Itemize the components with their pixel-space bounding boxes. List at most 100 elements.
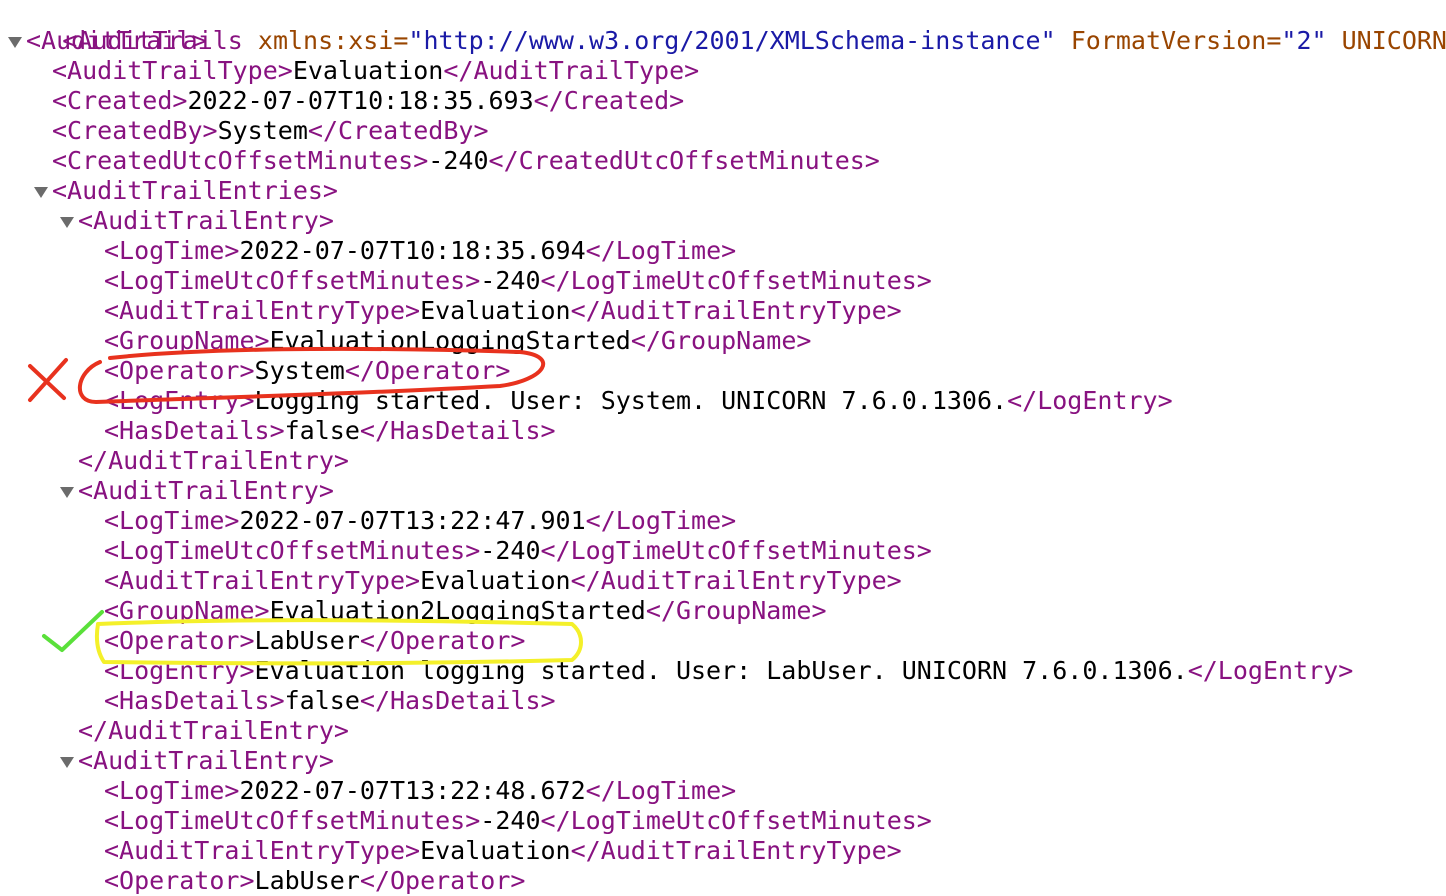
xml-line-log-time: <LogTime>2022-07-07T10:18:35.694</LogTim… bbox=[104, 236, 736, 266]
open-tag: <HasDetails> bbox=[104, 686, 285, 715]
text-value: Evaluation bbox=[420, 566, 571, 595]
xml-line-audit-trail: <AuditTrail> bbox=[26, 26, 207, 56]
xml-line-log-time-utc-offset-minutes: <LogTimeUtcOffsetMinutes>-240</LogTimeUt… bbox=[104, 806, 932, 836]
open-tag: <LogTime> bbox=[104, 776, 240, 805]
text-value: -240 bbox=[480, 536, 541, 565]
text-value: 2022-07-07T10:18:35.693 bbox=[187, 86, 534, 115]
close-tag: </LogTime> bbox=[585, 506, 737, 535]
open-tag: <LogTimeUtcOffsetMinutes> bbox=[104, 806, 481, 835]
close-tag: </CreatedBy> bbox=[307, 116, 489, 145]
close-tag: </GroupName> bbox=[645, 596, 827, 625]
xml-line-operator: <Operator>LabUser</Operator> bbox=[104, 866, 525, 896]
close-tag: </CreatedUtcOffsetMinutes> bbox=[488, 146, 880, 175]
close-tag: </Operator> bbox=[359, 626, 526, 655]
xml-line-has-details: <HasDetails>false</HasDetails> bbox=[104, 416, 556, 446]
xml-line-audit-trail-entry: </AuditTrailEntry> bbox=[78, 446, 349, 476]
open-tag: <HasDetails> bbox=[104, 416, 285, 445]
open-tag: <GroupName> bbox=[104, 596, 270, 625]
open-tag: <AuditTrailType> bbox=[52, 56, 293, 85]
root-trailing-text: UNICORN bbox=[1326, 26, 1446, 55]
close-tag: </LogEntry> bbox=[1187, 656, 1354, 685]
close-tag: </AuditTrailEntryType> bbox=[570, 296, 902, 325]
close-tag: </LogTimeUtcOffsetMinutes> bbox=[540, 266, 932, 295]
xml-line-audit-trail-type: <AuditTrailType>Evaluation</AuditTrailTy… bbox=[52, 56, 699, 86]
close-tag: </AuditTrailEntryType> bbox=[570, 566, 902, 595]
xml-line-created: <Created>2022-07-07T10:18:35.693</Create… bbox=[52, 86, 684, 116]
text-value: -240 bbox=[480, 806, 541, 835]
xml-line-audit-trail-entries: <AuditTrailEntries> bbox=[52, 176, 338, 206]
text-value: Evaluation logging started. User: LabUse… bbox=[254, 656, 1188, 685]
open-tag: <AuditTrailEntry> bbox=[78, 746, 334, 775]
close-tag: </LogTimeUtcOffsetMinutes> bbox=[540, 806, 932, 835]
text-value: EvaluationLoggingStarted bbox=[269, 326, 631, 355]
text-value: -240 bbox=[480, 266, 541, 295]
disclosure-triangle-icon[interactable] bbox=[60, 757, 74, 768]
open-tag: <AuditTrailEntries> bbox=[52, 176, 338, 205]
xml-line-created-by: <CreatedBy>System</CreatedBy> bbox=[52, 116, 489, 146]
open-tag: <AuditTrailEntry> bbox=[78, 476, 334, 505]
root-attr-xmlns-name: xmlns:xsi= bbox=[242, 26, 409, 55]
close-tag: </LogTimeUtcOffsetMinutes> bbox=[540, 536, 932, 565]
root-element-line: <AuditTrails xmlns:xsi="http://www.w3.or… bbox=[2, 0, 1446, 55]
open-tag: <AuditTrailEntryType> bbox=[104, 296, 421, 325]
close-tag: </AuditTrailEntry> bbox=[78, 716, 349, 745]
xml-line-log-time: <LogTime>2022-07-07T13:22:48.672</LogTim… bbox=[104, 776, 736, 806]
text-value: 2022-07-07T13:22:48.672 bbox=[239, 776, 586, 805]
xml-line-operator: <Operator>System</Operator> bbox=[104, 356, 510, 386]
xml-line-group-name: <GroupName>EvaluationLoggingStarted</Gro… bbox=[104, 326, 811, 356]
disclosure-triangle-icon[interactable] bbox=[60, 217, 74, 228]
open-tag: <LogTimeUtcOffsetMinutes> bbox=[104, 266, 481, 295]
close-tag: </Operator> bbox=[359, 866, 526, 895]
root-attr-xmlns-value: "http://www.w3.org/2001/XMLSchema-instan… bbox=[408, 26, 1056, 55]
close-tag: </LogTime> bbox=[585, 776, 737, 805]
open-tag: <LogEntry> bbox=[104, 656, 255, 685]
xml-line-audit-trail-entry: </AuditTrailEntry> bbox=[78, 716, 349, 746]
text-value: false bbox=[284, 686, 360, 715]
disclosure-triangle-icon[interactable] bbox=[60, 487, 74, 498]
xml-line-audit-trail-entry: <AuditTrailEntry> bbox=[78, 206, 334, 236]
xml-line-audit-trail-entry: <AuditTrailEntry> bbox=[78, 476, 334, 506]
text-value: LabUser bbox=[254, 626, 360, 655]
xml-line-created-utc-offset-minutes: <CreatedUtcOffsetMinutes>-240</CreatedUt… bbox=[52, 146, 880, 176]
close-tag: </AuditTrailEntryType> bbox=[570, 836, 902, 865]
xml-line-log-entry: <LogEntry>Logging started. User: System.… bbox=[104, 386, 1173, 416]
close-tag: </AuditTrailType> bbox=[443, 56, 700, 85]
open-tag: <LogTimeUtcOffsetMinutes> bbox=[104, 536, 481, 565]
text-value: Logging started. User: System. UNICORN 7… bbox=[254, 386, 1008, 415]
text-value: 2022-07-07T10:18:35.694 bbox=[239, 236, 586, 265]
xml-line-has-details: <HasDetails>false</HasDetails> bbox=[104, 686, 556, 716]
open-tag: <CreatedUtcOffsetMinutes> bbox=[52, 146, 429, 175]
text-value: false bbox=[284, 416, 360, 445]
close-tag: </LogEntry> bbox=[1007, 386, 1173, 415]
xml-line-log-time-utc-offset-minutes: <LogTimeUtcOffsetMinutes>-240</LogTimeUt… bbox=[104, 536, 932, 566]
text-value: System bbox=[217, 116, 308, 145]
open-tag: <Operator> bbox=[104, 356, 255, 385]
close-tag: </LogTime> bbox=[585, 236, 737, 265]
open-tag: <Created> bbox=[52, 86, 188, 115]
close-tag: </HasDetails> bbox=[359, 416, 556, 445]
xml-line-group-name: <GroupName>Evaluation2LoggingStarted</Gr… bbox=[104, 596, 827, 626]
text-value: Evaluation bbox=[420, 296, 571, 325]
xml-line-audit-trail-entry: <AuditTrailEntry> bbox=[78, 746, 334, 776]
close-tag: </Operator> bbox=[344, 356, 511, 385]
xml-line-audit-trail-entry-type: <AuditTrailEntryType>Evaluation</AuditTr… bbox=[104, 836, 902, 866]
xml-line-operator: <Operator>LabUser</Operator> bbox=[104, 626, 525, 656]
xml-line-log-time: <LogTime>2022-07-07T13:22:47.901</LogTim… bbox=[104, 506, 736, 536]
open-tag: <GroupName> bbox=[104, 326, 270, 355]
open-tag: <AuditTrailEntryType> bbox=[104, 566, 421, 595]
text-value: 2022-07-07T13:22:47.901 bbox=[239, 506, 586, 535]
disclosure-triangle-icon[interactable] bbox=[34, 187, 48, 198]
open-tag: <Operator> bbox=[104, 866, 255, 895]
close-tag: </GroupName> bbox=[630, 326, 812, 355]
root-attr-formatversion-name: FormatVersion= bbox=[1055, 26, 1282, 55]
close-tag: </HasDetails> bbox=[359, 686, 556, 715]
text-value: Evaluation bbox=[292, 56, 444, 85]
root-attr-formatversion-value: "2" bbox=[1281, 26, 1327, 55]
open-tag: <CreatedBy> bbox=[52, 116, 218, 145]
text-value: System bbox=[254, 356, 345, 385]
xml-line-audit-trail-entry-type: <AuditTrailEntryType>Evaluation</AuditTr… bbox=[104, 296, 902, 326]
open-tag: <AuditTrailEntryType> bbox=[104, 836, 421, 865]
disclosure-triangle-icon[interactable] bbox=[8, 37, 22, 48]
text-value: Evaluation bbox=[420, 836, 571, 865]
xml-viewer: <AuditTrails xmlns:xsi="http://www.w3.or… bbox=[0, 0, 1446, 895]
